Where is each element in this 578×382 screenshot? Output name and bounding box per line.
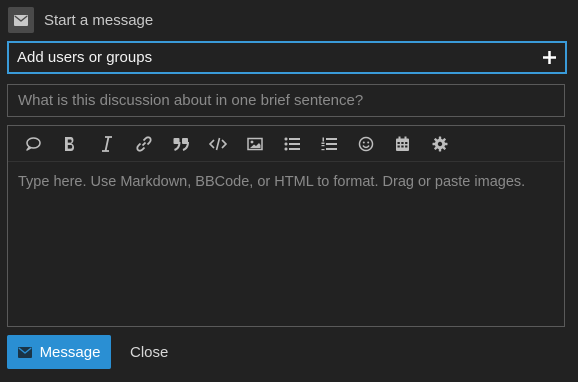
add-users-field[interactable]: Add users or groups — [7, 41, 567, 74]
quote-icon[interactable] — [14, 129, 51, 159]
gear-icon[interactable] — [421, 129, 458, 159]
close-button[interactable]: Close — [130, 335, 168, 369]
compose-message-panel: Start a message Add users or groups What… — [0, 0, 578, 382]
add-users-input-text[interactable]: Add users or groups — [17, 49, 152, 66]
calendar-icon[interactable] — [384, 129, 421, 159]
blockquote-icon[interactable] — [162, 129, 199, 159]
composer-title: Start a message — [44, 11, 154, 29]
link-icon[interactable] — [125, 129, 162, 159]
editor-toolbar — [8, 126, 564, 162]
discussion-title-input[interactable] — [18, 92, 538, 109]
send-message-button[interactable]: Message — [7, 335, 111, 369]
bold-icon[interactable] — [51, 129, 88, 159]
numbered-list-icon[interactable] — [310, 129, 347, 159]
message-textarea[interactable] — [18, 174, 554, 314]
italic-icon[interactable] — [88, 129, 125, 159]
envelope-icon — [17, 346, 32, 358]
emoji-icon[interactable] — [347, 129, 384, 159]
code-icon[interactable] — [199, 129, 236, 159]
send-message-label: Message — [39, 343, 101, 361]
message-editor — [7, 125, 565, 327]
plus-icon[interactable] — [541, 50, 557, 66]
image-icon[interactable] — [236, 129, 273, 159]
editor-body — [8, 162, 564, 331]
composer-header: Start a message — [8, 7, 153, 33]
bullet-list-icon[interactable] — [273, 129, 310, 159]
discussion-title-field[interactable] — [7, 84, 565, 117]
envelope-icon — [8, 7, 34, 33]
